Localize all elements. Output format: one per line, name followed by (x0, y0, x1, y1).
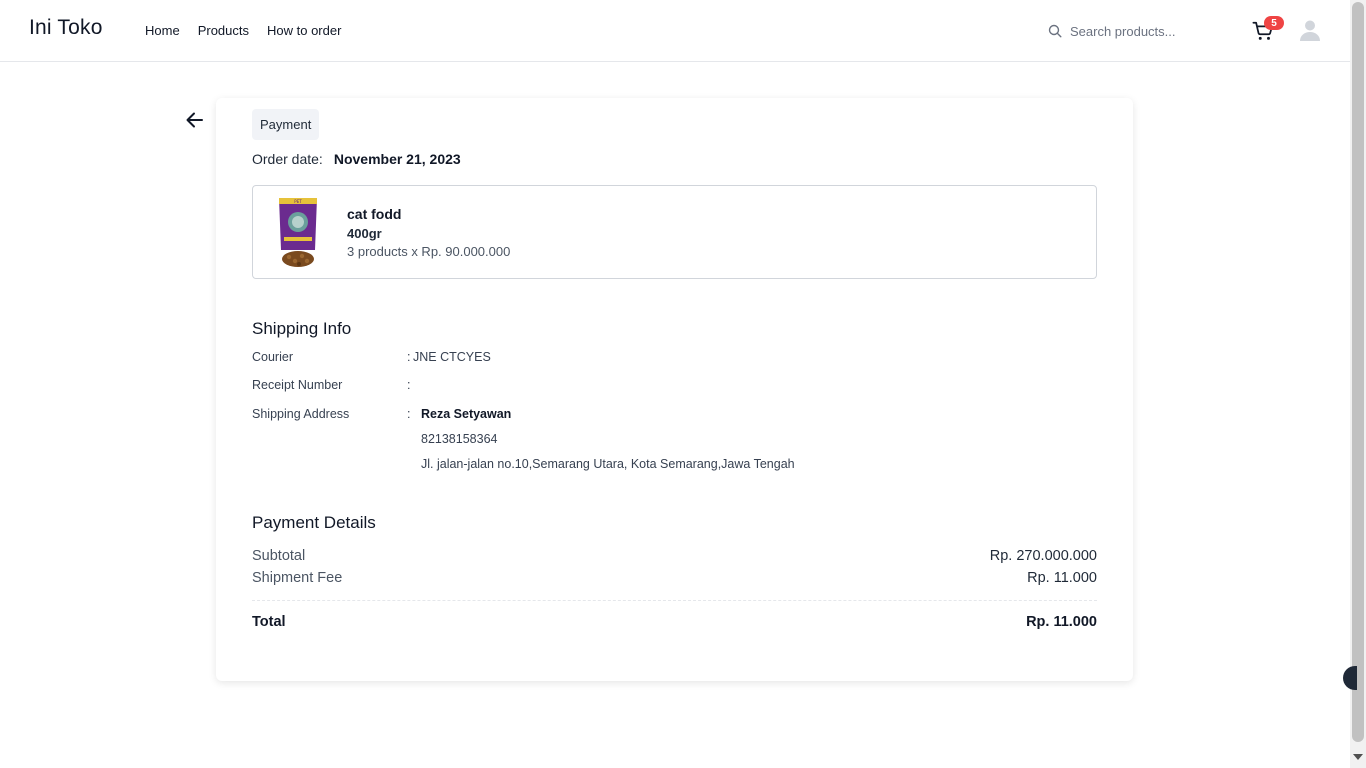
top-header: Ini Toko Home Products How to order 5 (0, 0, 1350, 62)
nav-products[interactable]: Products (198, 23, 249, 38)
payment-divider (252, 600, 1097, 601)
total-label: Total (252, 614, 286, 630)
nav-home[interactable]: Home (145, 23, 180, 38)
subtotal-value: Rp. 270.000.000 (989, 548, 1097, 564)
nav-how-to-order[interactable]: How to order (267, 23, 341, 38)
svg-text:PET: PET (294, 199, 302, 204)
courier-value: JNE CTCYES (413, 350, 491, 364)
search-input[interactable] (1070, 23, 1220, 39)
shipment-fee-label: Shipment Fee (252, 570, 343, 586)
user-avatar-icon[interactable] (1299, 19, 1321, 41)
back-arrow-icon[interactable] (184, 110, 206, 130)
recipient-address: Jl. jalan-jalan no.10,Semarang Utara, Ko… (421, 457, 795, 471)
total-value: Rp. 11.000 (1026, 614, 1097, 630)
courier-label: Courier (252, 350, 293, 364)
scrollbar-thumb[interactable] (1352, 2, 1364, 742)
payment-details-title: Payment Details (252, 513, 376, 532)
recipient-phone: 82138158364 (421, 432, 498, 446)
shipment-fee-value: Rp. 11.000 (1027, 570, 1097, 586)
product-quantity-price: 3 products x Rp. 90.000.000 (347, 244, 511, 259)
order-status-badge: Payment (252, 109, 320, 140)
shipping-info-title: Shipping Info (252, 319, 352, 338)
order-date: Order date: November 21, 2023 (252, 151, 461, 167)
order-date-value: November 21, 2023 (333, 151, 461, 167)
recipient-name: Reza Setyawan (421, 407, 512, 421)
product-name: cat fodd (347, 206, 402, 222)
courier-colon: : (407, 350, 411, 364)
shipping-address-colon: : (407, 407, 411, 421)
floating-side-tab[interactable] (1343, 666, 1357, 690)
scroll-down-arrow-icon[interactable] (1353, 754, 1363, 760)
product-image: PET (279, 198, 317, 267)
product-variant: 400gr (347, 226, 382, 241)
shipping-address-label: Shipping Address (252, 407, 350, 421)
subtotal-label: Subtotal (252, 548, 306, 564)
search-bar (1048, 21, 1228, 41)
receipt-number-colon: : (407, 378, 411, 392)
main-nav: Home Products How to order (145, 23, 341, 38)
order-date-label: Order date: (252, 151, 323, 167)
store-logo[interactable]: Ini Toko (29, 16, 103, 40)
receipt-number-label: Receipt Number (252, 378, 343, 392)
product-item: PET cat fodd 400gr 3 products x Rp. 90.0… (252, 185, 1097, 279)
search-icon (1048, 24, 1062, 38)
cart-count-badge: 5 (1264, 16, 1284, 30)
